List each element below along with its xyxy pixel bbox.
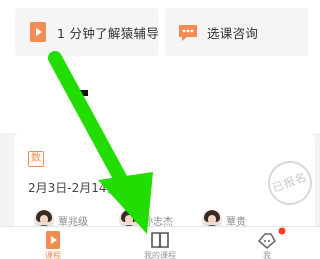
face-icon <box>257 233 276 249</box>
tab-my-courses[interactable]: 我的课程 <box>107 227 213 259</box>
top-area: 1 分钟了解猿辅导 选课咨询 <box>0 0 320 133</box>
bottom-tab-bar: 课程 我的课程 我 <box>0 226 320 259</box>
tab-courses[interactable]: 课程 <box>0 227 106 259</box>
course-date-range: 2月3日-2月14日 <box>28 181 119 195</box>
intro-video-button[interactable]: 1 分钟了解猿辅导 <box>15 8 159 56</box>
enrolled-stamp-label: 已报名 <box>270 170 309 195</box>
course-card[interactable]: 数 2月3日-2月14日 已报名 覃兆级 孙志杰 覃贵 <box>14 133 319 233</box>
course-consult-button[interactable]: 选课咨询 <box>165 8 308 56</box>
play-book-icon <box>46 231 60 249</box>
enrolled-stamp: 已报名 <box>261 154 319 212</box>
partial-glyph-mark <box>74 90 88 96</box>
subject-tag: 数 <box>28 151 44 167</box>
tab-me[interactable]: 我 <box>214 227 320 259</box>
intro-video-label: 1 分钟了解猿辅导 <box>57 26 160 41</box>
play-book-icon <box>30 22 46 42</box>
notification-badge <box>278 227 286 235</box>
chat-bubble-icon <box>179 25 197 41</box>
course-consult-label: 选课咨询 <box>207 26 259 41</box>
open-book-icon <box>151 232 169 249</box>
